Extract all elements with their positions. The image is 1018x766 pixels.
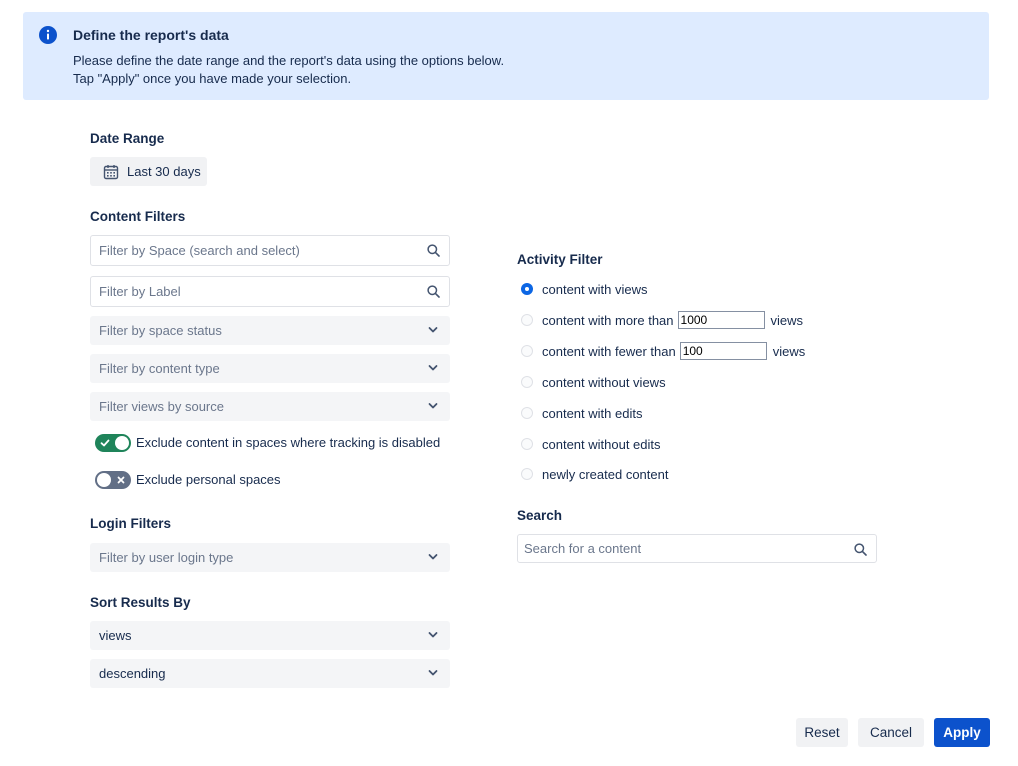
search-icon[interactable]	[427, 244, 440, 257]
chevron-down-icon	[428, 365, 438, 371]
activity-filter-label: Activity Filter	[517, 252, 603, 267]
content-search-input[interactable]	[518, 535, 844, 562]
chevron-down-icon	[428, 327, 438, 333]
radio-button[interactable]	[521, 468, 533, 480]
sort-results-label: Sort Results By	[90, 595, 191, 610]
search-icon[interactable]	[427, 285, 440, 298]
radio-label: content without edits	[542, 436, 661, 452]
space-filter-input[interactable]	[91, 236, 409, 265]
login-type-select[interactable]: Filter by user login type	[90, 543, 450, 572]
apply-button[interactable]: Apply	[934, 718, 990, 747]
radio-button[interactable]	[521, 283, 533, 295]
radio-label: content without views	[542, 374, 666, 390]
content-filters-label: Content Filters	[90, 209, 186, 224]
sort-field-select[interactable]: views	[90, 621, 450, 650]
activity-option-fewer-than[interactable]: content with fewer than views	[521, 341, 805, 361]
search-icon[interactable]	[854, 543, 867, 556]
toggle-knob	[97, 473, 111, 487]
exclude-tracking-toggle[interactable]	[95, 434, 131, 452]
exclude-personal-toggle[interactable]	[95, 471, 131, 489]
activity-option-with-edits[interactable]: content with edits	[521, 403, 642, 423]
calendar-icon	[103, 164, 119, 179]
fewer-than-views-input[interactable]	[679, 342, 767, 360]
radio-button[interactable]	[521, 407, 533, 419]
search-label: Search	[517, 508, 563, 523]
radio-label: content with fewer than	[542, 343, 676, 359]
toggle-knob	[115, 436, 129, 450]
chevron-down-icon	[428, 670, 438, 676]
banner-instruction: Tap "Apply" once you have made your sele…	[73, 71, 352, 86]
activity-option-with-views[interactable]: content with views	[521, 279, 648, 299]
content-type-select[interactable]: Filter by content type	[90, 354, 450, 383]
space-status-select[interactable]: Filter by space status	[90, 316, 450, 345]
date-range-button[interactable]: Last 30 days	[90, 157, 207, 186]
exclude-personal-label: Exclude personal spaces	[136, 472, 281, 487]
login-type-text: Filter by user login type	[99, 550, 234, 565]
radio-label: content with views	[542, 281, 648, 297]
cancel-button[interactable]: Cancel	[858, 718, 924, 747]
content-search-field	[517, 534, 877, 563]
space-filter-field	[90, 235, 450, 266]
views-source-select[interactable]: Filter views by source	[90, 392, 450, 421]
radio-label: content with more than	[542, 312, 674, 328]
report-data-page: Define the report's data Please define t…	[0, 0, 1018, 766]
more-than-views-input[interactable]	[677, 311, 765, 329]
date-range-value: Last 30 days	[127, 164, 201, 179]
label-filter-field	[90, 276, 450, 307]
space-status-text: Filter by space status	[99, 323, 222, 338]
reset-button[interactable]: Reset	[796, 718, 848, 747]
content-type-text: Filter by content type	[99, 361, 220, 376]
activity-option-without-edits[interactable]: content without edits	[521, 434, 661, 454]
login-filters-label: Login Filters	[90, 516, 171, 531]
views-source-text: Filter views by source	[99, 399, 224, 414]
info-icon	[39, 26, 57, 44]
sort-field-value: views	[99, 628, 132, 643]
banner-description: Please define the date range and the rep…	[73, 53, 505, 68]
radio-button[interactable]	[521, 376, 533, 388]
radio-button[interactable]	[521, 345, 533, 357]
activity-option-without-views[interactable]: content without views	[521, 372, 666, 392]
radio-button[interactable]	[521, 438, 533, 450]
check-icon	[100, 439, 110, 447]
sort-order-value: descending	[99, 666, 166, 681]
exclude-tracking-label: Exclude content in spaces where tracking…	[136, 435, 441, 450]
label-filter-input[interactable]	[91, 277, 409, 306]
activity-option-newly-created[interactable]: newly created content	[521, 464, 668, 484]
radio-label: newly created content	[542, 466, 669, 482]
views-unit: views	[772, 343, 806, 359]
date-range-label: Date Range	[90, 131, 165, 146]
chevron-down-icon	[428, 403, 438, 409]
chevron-down-icon	[428, 632, 438, 638]
activity-option-more-than[interactable]: content with more than views	[521, 310, 803, 330]
info-banner: Define the report's data Please define t…	[23, 12, 989, 100]
sort-order-select[interactable]: descending	[90, 659, 450, 688]
banner-title: Define the report's data	[73, 27, 229, 43]
cross-icon	[117, 476, 125, 484]
chevron-down-icon	[428, 554, 438, 560]
radio-label: content with edits	[542, 405, 643, 421]
views-unit: views	[770, 312, 804, 328]
radio-button[interactable]	[521, 314, 533, 326]
